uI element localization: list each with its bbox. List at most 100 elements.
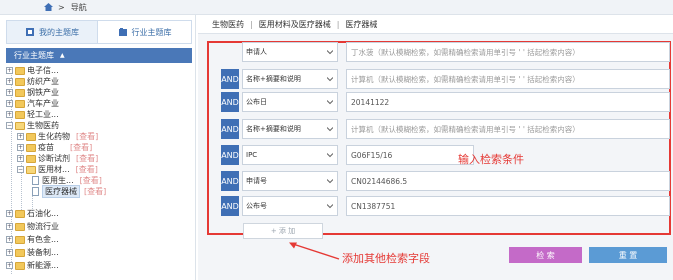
breadcrumb-item[interactable]: 生物医药 bbox=[212, 19, 244, 30]
industry-library-header[interactable]: 行业主题库 ▲ bbox=[6, 48, 192, 63]
chevron-down-icon bbox=[327, 204, 333, 209]
expand-icon[interactable]: + bbox=[6, 89, 13, 96]
tree-node[interactable]: + 诊断试剂 [查看] bbox=[17, 153, 98, 164]
search-value-input[interactable]: 丁水菠（默认模糊检索，如需精确检索请用单引号 ' ' 括起检索内容） bbox=[346, 42, 670, 62]
search-button[interactable]: 检 索 bbox=[509, 247, 582, 263]
expand-icon[interactable]: + bbox=[17, 133, 24, 140]
expand-icon[interactable]: + bbox=[6, 100, 13, 107]
chevron-down-icon bbox=[327, 50, 333, 55]
breadcrumb: 生物医药 | 医用材料及医疗器械 | 医疗器械 bbox=[198, 15, 673, 34]
library-icon bbox=[25, 27, 35, 37]
tree-node[interactable]: + 疫苗 [查看] bbox=[17, 142, 92, 153]
tree-leaf-selected[interactable]: 医疗器械 [查看] bbox=[32, 185, 106, 198]
boolean-operator-button[interactable]: AND bbox=[221, 145, 239, 165]
tab-industry-library[interactable]: 行业主题库 bbox=[98, 20, 192, 44]
expand-icon[interactable]: + bbox=[6, 249, 13, 256]
folder-icon bbox=[15, 261, 25, 270]
boolean-operator-button[interactable]: AND bbox=[221, 119, 239, 139]
tab-my-library-label: 我的主题库 bbox=[39, 27, 79, 37]
document-icon bbox=[32, 176, 39, 185]
folder-icon bbox=[15, 77, 25, 86]
view-link[interactable]: [查看] bbox=[76, 153, 98, 164]
folder-open-icon bbox=[26, 165, 36, 174]
breadcrumb-item[interactable]: 医疗器械 bbox=[345, 19, 377, 30]
boolean-operator-button[interactable]: AND bbox=[221, 171, 239, 191]
expand-icon[interactable]: + bbox=[6, 210, 13, 217]
tree-node[interactable]: + 电子信... bbox=[6, 65, 59, 76]
expand-icon[interactable]: + bbox=[6, 236, 13, 243]
view-link[interactable]: [查看] bbox=[84, 186, 106, 197]
view-link[interactable]: [查看] bbox=[80, 175, 102, 186]
expand-icon[interactable]: + bbox=[6, 111, 13, 118]
chevron-down-icon bbox=[327, 127, 333, 132]
tree-node-expanded[interactable]: − 生物医药 bbox=[6, 120, 59, 131]
folder-icon bbox=[26, 154, 36, 163]
tree-node[interactable]: + 有色金... bbox=[6, 234, 59, 245]
tree-node[interactable]: + 轻工业... bbox=[6, 109, 59, 120]
folder-icon bbox=[15, 235, 25, 244]
chevron-down-icon bbox=[327, 77, 333, 82]
tree-node[interactable]: + 装备制... bbox=[6, 247, 59, 258]
home-icon[interactable] bbox=[44, 3, 53, 11]
folder-icon bbox=[15, 222, 25, 231]
document-icon bbox=[32, 187, 39, 196]
top-nav-bar: > 导航 bbox=[0, 0, 673, 15]
search-value-input[interactable]: 计算机（默认模糊检索，如需精确检索请用单引号 ' ' 括起检索内容） bbox=[346, 69, 670, 89]
folder-open-icon bbox=[15, 121, 25, 130]
search-value-input[interactable]: 计算机（默认模糊检索，如需精确检索请用单引号 ' ' 括起检索内容） bbox=[346, 119, 670, 139]
search-value-input[interactable]: CN02144686.5 bbox=[346, 171, 670, 191]
boolean-operator-button[interactable]: AND bbox=[221, 196, 239, 216]
tab-my-library[interactable]: 我的主题库 bbox=[6, 20, 98, 44]
view-link[interactable]: [查看] bbox=[76, 131, 98, 142]
tab-industry-library-label: 行业主题库 bbox=[131, 27, 172, 37]
boolean-operator-button[interactable]: AND bbox=[221, 69, 239, 89]
breadcrumb-item[interactable]: 医用材料及医疗器械 bbox=[259, 19, 331, 30]
expand-icon[interactable]: + bbox=[6, 67, 13, 74]
expand-icon[interactable]: + bbox=[6, 262, 13, 269]
field-select[interactable]: IPC bbox=[242, 145, 338, 165]
tree-node-expanded[interactable]: − 医用材... [查看] bbox=[17, 164, 98, 175]
folder-icon bbox=[15, 209, 25, 218]
nav-crumb-label[interactable]: 导航 bbox=[71, 2, 87, 13]
folder-icon bbox=[26, 143, 36, 152]
field-select[interactable]: 公布号 bbox=[242, 196, 338, 216]
folder-icon bbox=[15, 110, 25, 119]
expand-icon[interactable]: + bbox=[6, 223, 13, 230]
field-select[interactable]: 名称+摘要和说明 bbox=[242, 69, 338, 89]
view-link[interactable]: [查看] bbox=[76, 164, 98, 175]
view-link[interactable]: [查看] bbox=[70, 142, 92, 153]
search-value-input[interactable]: CN1387751 bbox=[346, 196, 670, 216]
industry-icon bbox=[118, 27, 128, 37]
tree-node[interactable]: + 新能源... bbox=[6, 260, 59, 271]
collapse-caret-icon: ▲ bbox=[60, 52, 65, 59]
field-select[interactable]: 申请人 bbox=[242, 42, 338, 62]
annotation-input-conditions: 输入检索条件 bbox=[458, 153, 524, 166]
tree-node[interactable]: + 生化药物 [查看] bbox=[17, 131, 98, 142]
search-value-input[interactable]: 20141122 bbox=[346, 92, 670, 112]
tree-node[interactable]: + 纺织产业 bbox=[6, 76, 59, 87]
field-select[interactable]: 申请号 bbox=[242, 171, 338, 191]
reset-button[interactable]: 重 置 bbox=[589, 247, 667, 263]
tree-node[interactable]: + 汽车产业 bbox=[6, 98, 59, 109]
folder-icon bbox=[15, 248, 25, 257]
folder-icon bbox=[15, 88, 25, 97]
boolean-operator-button[interactable]: AND bbox=[221, 92, 239, 112]
folder-icon bbox=[15, 66, 25, 75]
tree-node[interactable]: + 钢铁产业 bbox=[6, 87, 59, 98]
library-tabs: 我的主题库 行业主题库 bbox=[6, 20, 192, 44]
expand-icon[interactable]: + bbox=[17, 155, 24, 162]
expand-icon[interactable]: + bbox=[6, 78, 13, 85]
collapse-icon[interactable]: − bbox=[17, 166, 24, 173]
folder-icon bbox=[15, 99, 25, 108]
folder-icon bbox=[26, 132, 36, 141]
collapse-icon[interactable]: − bbox=[6, 122, 13, 129]
search-value-input[interactable]: G06F15/16 bbox=[346, 145, 474, 165]
app-window: > 导航 我的主题库 行业主题库 行业主题库 ▲ + 电子信... + 纺织产业… bbox=[0, 0, 673, 280]
field-select[interactable]: 名称+摘要和说明 bbox=[242, 119, 338, 139]
field-select[interactable]: 公布日 bbox=[242, 92, 338, 112]
tree-node[interactable]: + 物流行业 bbox=[6, 221, 59, 232]
expand-icon[interactable]: + bbox=[17, 144, 24, 151]
tree-node[interactable]: + 石油化... bbox=[6, 208, 59, 219]
add-field-button[interactable]: + 添 加 bbox=[243, 223, 323, 239]
chevron-down-icon bbox=[327, 100, 333, 105]
